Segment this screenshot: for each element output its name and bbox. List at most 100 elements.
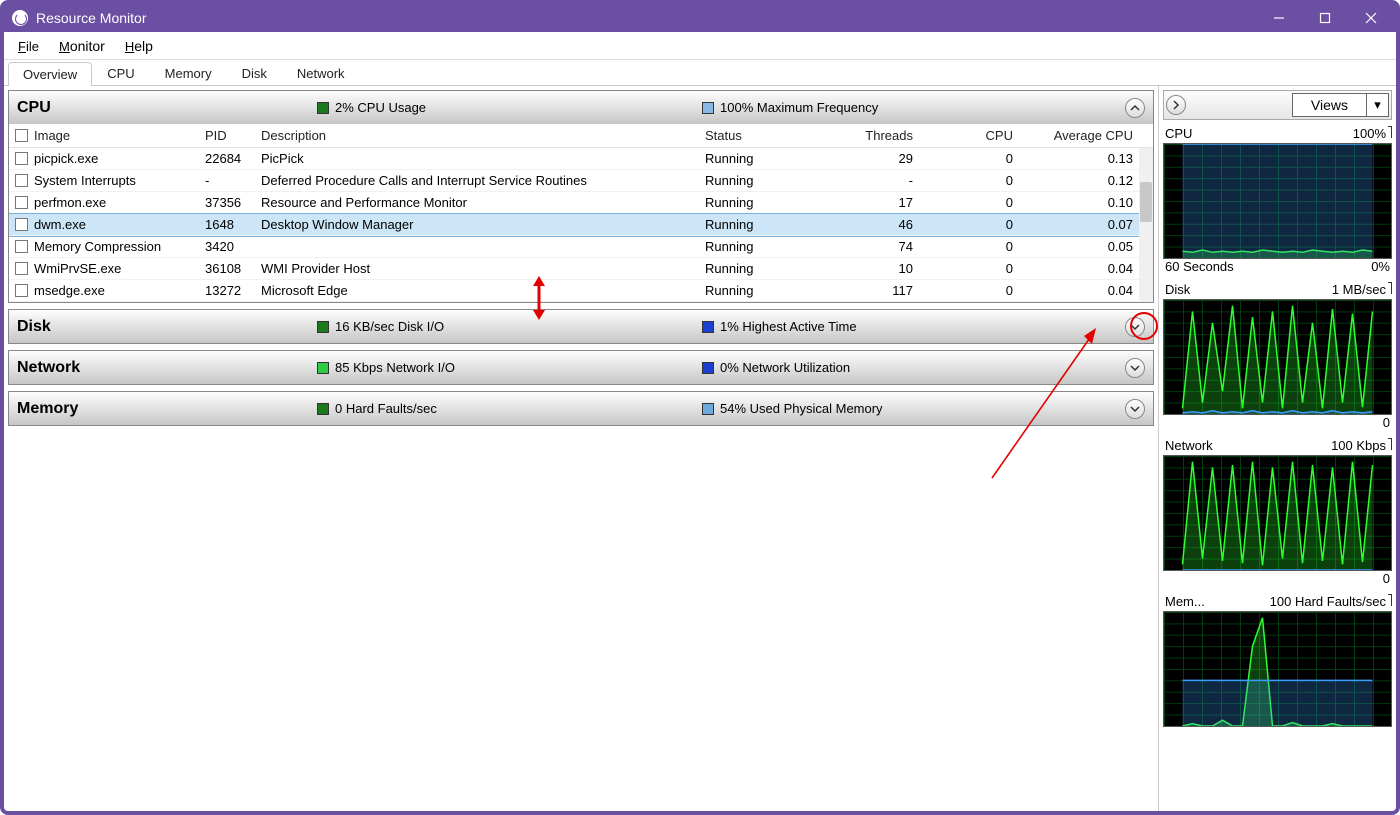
section-title-network: Network bbox=[17, 359, 317, 377]
collapse-button-cpu[interactable] bbox=[1125, 98, 1145, 118]
cell-pid: 22684 bbox=[199, 151, 255, 166]
select-all-checkbox[interactable] bbox=[15, 129, 28, 142]
cell-status: Running bbox=[699, 283, 809, 298]
table-row[interactable]: picpick.exe22684PicPickRunning2900.13 bbox=[9, 148, 1153, 170]
cell-image: perfmon.exe bbox=[34, 195, 106, 210]
section-cpu: CPU 2% CPU Usage 100% Maximum Frequency … bbox=[8, 90, 1154, 303]
menu-file[interactable]: File bbox=[8, 36, 49, 56]
row-checkbox[interactable] bbox=[15, 262, 28, 275]
cell-threads: 74 bbox=[809, 239, 919, 254]
left-pane: CPU 2% CPU Usage 100% Maximum Frequency … bbox=[4, 86, 1158, 811]
tab-bar: Overview CPU Memory Disk Network bbox=[4, 60, 1396, 86]
cell-desc: Deferred Procedure Calls and Interrupt S… bbox=[255, 173, 699, 188]
chart-cpu-max: 100% bbox=[1353, 126, 1386, 141]
disk-active-time-stat: 1% Highest Active Time bbox=[702, 319, 1125, 334]
row-checkbox[interactable] bbox=[15, 218, 28, 231]
col-cpu[interactable]: CPU bbox=[919, 128, 1019, 143]
row-checkbox[interactable] bbox=[15, 196, 28, 209]
col-status[interactable]: Status bbox=[699, 128, 809, 143]
network-util-swatch bbox=[702, 362, 714, 374]
right-pane: Views ▾ CPU100% 60 Seconds0% Disk1 MB/se… bbox=[1158, 86, 1396, 811]
cpu-max-freq-swatch bbox=[702, 102, 714, 114]
cell-pid: 13272 bbox=[199, 283, 255, 298]
cell-cpu: 0 bbox=[919, 195, 1019, 210]
row-checkbox[interactable] bbox=[15, 152, 28, 165]
chart-cpu-min: 0% bbox=[1371, 259, 1390, 274]
section-header-disk[interactable]: Disk 16 KB/sec Disk I/O 1% Highest Activ… bbox=[9, 310, 1153, 343]
tab-overview[interactable]: Overview bbox=[8, 62, 92, 86]
cell-threads: 17 bbox=[809, 195, 919, 210]
expand-button-memory[interactable] bbox=[1125, 399, 1145, 419]
cell-status: Running bbox=[699, 239, 809, 254]
cell-threads: 117 bbox=[809, 283, 919, 298]
tab-disk[interactable]: Disk bbox=[227, 61, 282, 85]
network-util-stat: 0% Network Utilization bbox=[702, 360, 1125, 375]
tab-network[interactable]: Network bbox=[282, 61, 360, 85]
titlebar[interactable]: Resource Monitor bbox=[4, 4, 1396, 32]
disk-io-stat: 16 KB/sec Disk I/O bbox=[317, 319, 702, 334]
col-acpu[interactable]: Average CPU bbox=[1019, 128, 1139, 143]
cell-acpu: 0.04 bbox=[1019, 283, 1139, 298]
scrollbar-thumb[interactable] bbox=[1140, 182, 1152, 222]
table-row[interactable]: msedge.exe13272Microsoft EdgeRunning1170… bbox=[9, 280, 1153, 302]
col-threads[interactable]: Threads bbox=[809, 128, 919, 143]
col-image[interactable]: Image bbox=[9, 128, 199, 143]
cell-acpu: 0.07 bbox=[1019, 217, 1139, 232]
menu-help[interactable]: Help bbox=[115, 36, 163, 56]
table-row[interactable]: Memory Compression3420Running7400.05 bbox=[9, 236, 1153, 258]
menu-monitor[interactable]: Monitor bbox=[49, 36, 115, 56]
col-desc[interactable]: Description bbox=[255, 128, 699, 143]
minimize-button[interactable] bbox=[1256, 4, 1302, 32]
chart-cpu: CPU100% 60 Seconds0% bbox=[1163, 124, 1392, 276]
close-button[interactable] bbox=[1348, 4, 1394, 32]
cell-status: Running bbox=[699, 217, 809, 232]
views-bar: Views ▾ bbox=[1163, 90, 1392, 120]
cell-acpu: 0.10 bbox=[1019, 195, 1139, 210]
memory-faults-swatch bbox=[317, 403, 329, 415]
resource-monitor-window: Resource Monitor File Monitor Help Overv… bbox=[0, 0, 1400, 815]
table-row[interactable]: dwm.exe1648Desktop Window ManagerRunning… bbox=[9, 214, 1153, 236]
tab-memory[interactable]: Memory bbox=[150, 61, 227, 85]
section-network: Network 85 Kbps Network I/O 0% Network U… bbox=[8, 350, 1154, 385]
cell-status: Running bbox=[699, 173, 809, 188]
memory-faults-stat: 0 Hard Faults/sec bbox=[317, 401, 702, 416]
cell-acpu: 0.05 bbox=[1019, 239, 1139, 254]
window-title: Resource Monitor bbox=[36, 10, 147, 26]
table-header: Image PID Description Status Threads CPU… bbox=[9, 124, 1153, 148]
chart-network: Network100 Kbps 0 bbox=[1163, 436, 1392, 588]
section-title-cpu: CPU bbox=[17, 99, 317, 117]
process-table: Image PID Description Status Threads CPU… bbox=[9, 124, 1153, 302]
cell-desc: Resource and Performance Monitor bbox=[255, 195, 699, 210]
memory-used-swatch bbox=[702, 403, 714, 415]
row-checkbox[interactable] bbox=[15, 240, 28, 253]
tab-cpu[interactable]: CPU bbox=[92, 61, 149, 85]
menu-bar: File Monitor Help bbox=[4, 32, 1396, 60]
row-checkbox[interactable] bbox=[15, 174, 28, 187]
table-row[interactable]: WmiPrvSE.exe36108WMI Provider HostRunnin… bbox=[9, 258, 1153, 280]
disk-io-swatch bbox=[317, 321, 329, 333]
cell-pid: 36108 bbox=[199, 261, 255, 276]
network-io-stat: 85 Kbps Network I/O bbox=[317, 360, 702, 375]
col-pid[interactable]: PID bbox=[199, 128, 255, 143]
chart-memory: Mem...100 Hard Faults/sec bbox=[1163, 592, 1392, 727]
chart-network-max: 100 Kbps bbox=[1331, 438, 1386, 453]
chart-network-min: 0 bbox=[1383, 571, 1390, 586]
cell-cpu: 0 bbox=[919, 261, 1019, 276]
collapse-side-pane-button[interactable] bbox=[1166, 95, 1186, 115]
section-header-network[interactable]: Network 85 Kbps Network I/O 0% Network U… bbox=[9, 351, 1153, 384]
expand-button-disk[interactable] bbox=[1125, 317, 1145, 337]
cell-threads: 10 bbox=[809, 261, 919, 276]
views-dropdown[interactable]: Views ▾ bbox=[1292, 93, 1389, 117]
vertical-scrollbar[interactable] bbox=[1139, 148, 1153, 302]
chart-disk: Disk1 MB/sec 0 bbox=[1163, 280, 1392, 432]
maximize-button[interactable] bbox=[1302, 4, 1348, 32]
section-title-disk: Disk bbox=[17, 318, 317, 336]
row-checkbox[interactable] bbox=[15, 284, 28, 297]
cell-acpu: 0.12 bbox=[1019, 173, 1139, 188]
section-header-memory[interactable]: Memory 0 Hard Faults/sec 54% Used Physic… bbox=[9, 392, 1153, 425]
expand-button-network[interactable] bbox=[1125, 358, 1145, 378]
cell-pid: - bbox=[199, 173, 255, 188]
section-header-cpu[interactable]: CPU 2% CPU Usage 100% Maximum Frequency bbox=[9, 91, 1153, 124]
table-row[interactable]: System Interrupts-Deferred Procedure Cal… bbox=[9, 170, 1153, 192]
table-row[interactable]: perfmon.exe37356Resource and Performance… bbox=[9, 192, 1153, 214]
